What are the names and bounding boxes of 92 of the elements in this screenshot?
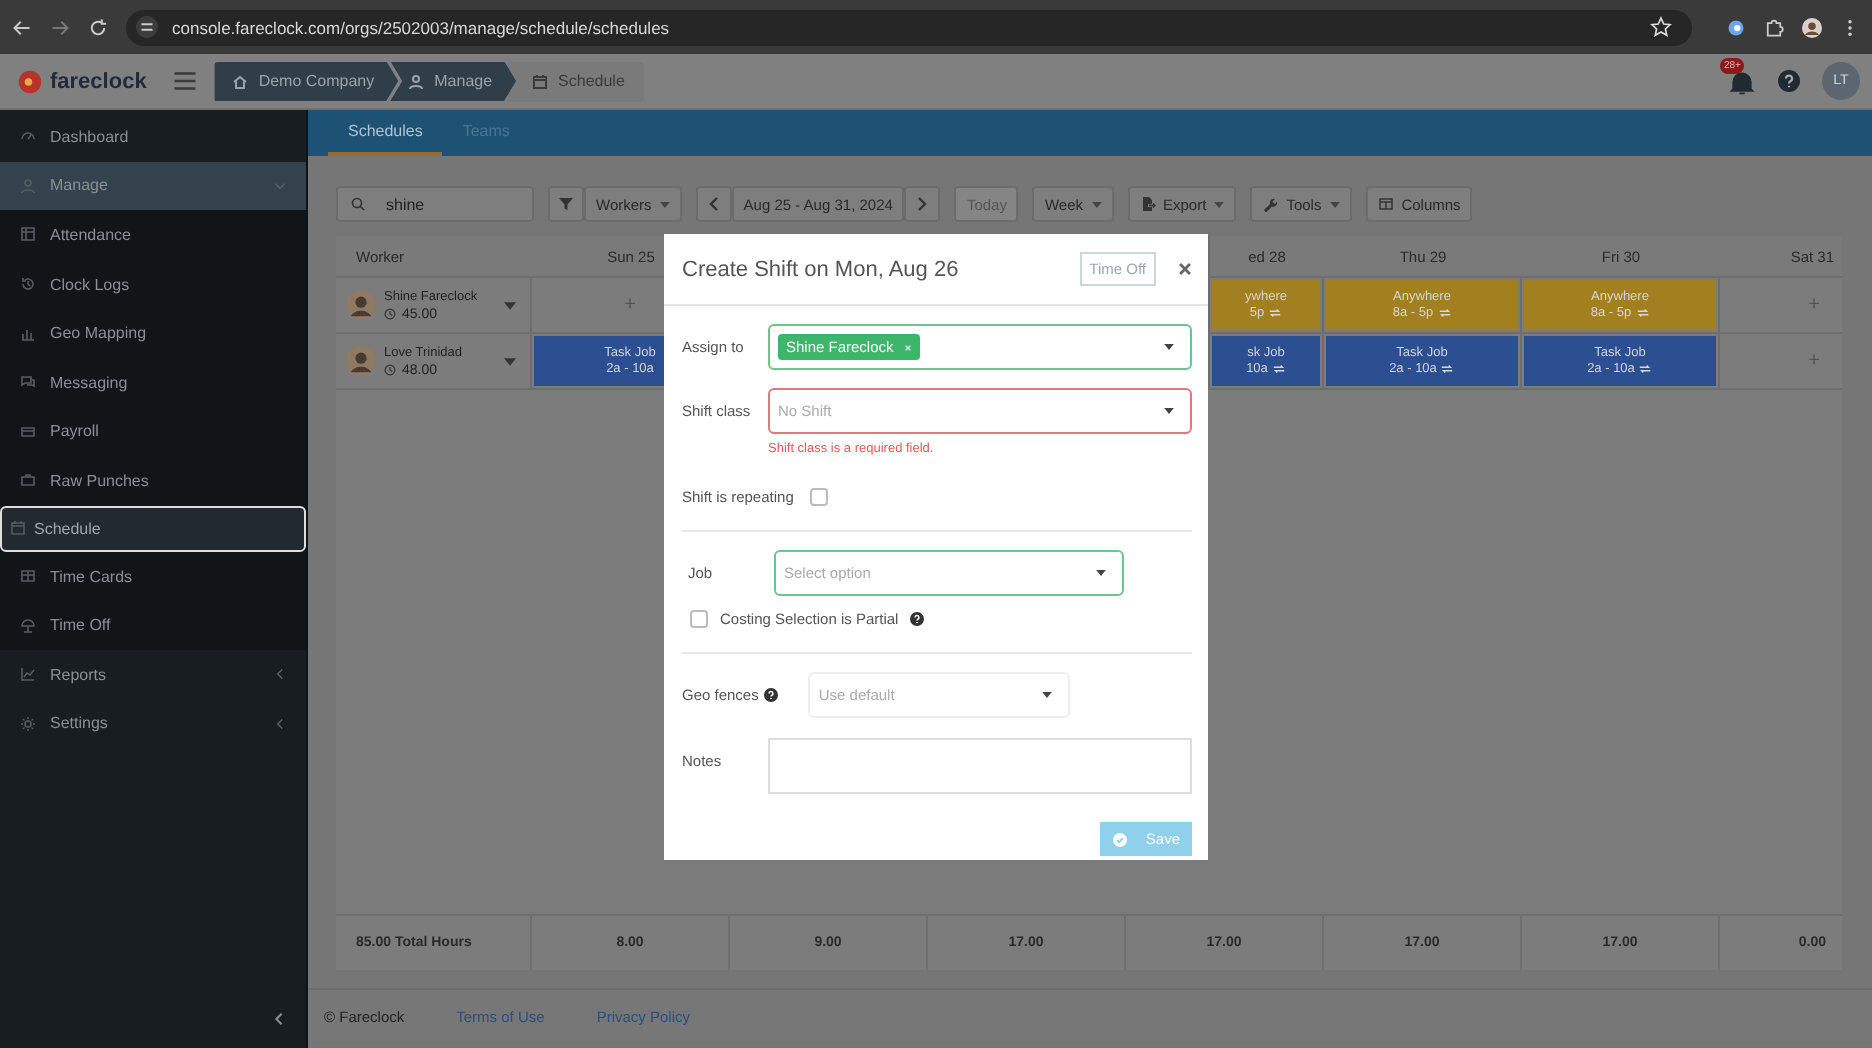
clock-icon	[384, 308, 396, 320]
breadcrumb-link[interactable]: Schedule	[508, 61, 645, 101]
repeat-icon	[1638, 362, 1653, 376]
sidebar-item[interactable]: Raw Punches	[0, 456, 306, 506]
file-export-icon	[1139, 196, 1155, 212]
calendar-icon	[10, 520, 26, 537]
sidebar-item[interactable]: Messaging	[0, 357, 306, 408]
sidebar-item[interactable]: Settings	[0, 699, 306, 749]
remove-icon[interactable]	[903, 343, 912, 351]
wrench-icon	[1262, 196, 1279, 212]
briefcase-icon	[20, 472, 36, 489]
settings-icon	[20, 715, 36, 732]
user-icon	[408, 73, 425, 89]
breadcrumb-link[interactable]: Demo Company	[214, 61, 399, 101]
clock-icon	[384, 364, 396, 376]
card-icon	[20, 423, 36, 440]
help-icon[interactable]	[1778, 70, 1800, 92]
chevron-left-icon	[274, 668, 286, 681]
reload-icon[interactable]	[88, 17, 108, 37]
caret-icon	[1214, 201, 1225, 207]
grid-icon	[20, 226, 36, 243]
logo-text: fareclock	[50, 69, 147, 93]
chevron-right-icon	[914, 196, 931, 212]
repeat-icon	[1271, 362, 1286, 376]
menu-icon[interactable]	[174, 72, 197, 90]
caret-icon	[1042, 692, 1053, 698]
sidebar-item[interactable]: Attendance	[0, 210, 306, 260]
next-button[interactable]	[904, 186, 941, 222]
puzzle-icon[interactable]	[1764, 17, 1784, 37]
caret-icon	[1091, 201, 1101, 207]
bell-icon[interactable]	[1728, 67, 1756, 95]
avatar-icon	[346, 290, 376, 320]
caret-icon	[1096, 570, 1106, 576]
breadcrumb-link[interactable]: Manage	[390, 61, 517, 101]
search-field[interactable]: shine	[336, 186, 534, 222]
caret-icon	[659, 201, 670, 207]
caret-icon	[1164, 408, 1174, 414]
user-icon	[20, 177, 36, 194]
tab[interactable]: Schedules	[328, 110, 443, 156]
bar-chart-icon	[20, 325, 36, 342]
sidebar-item[interactable]: Schedule	[0, 505, 306, 552]
calendar-icon	[532, 73, 549, 89]
caret-icon[interactable]	[504, 357, 516, 365]
address-bar[interactable]: console.fareclock.com/orgs/2502003/manage/schedule/schedules	[126, 9, 1692, 45]
profile-avatar-icon[interactable]	[1802, 17, 1822, 37]
search-icon	[350, 196, 366, 212]
repeat-icon	[1437, 306, 1452, 320]
chevron-down-icon	[274, 179, 286, 192]
chat-icon	[20, 374, 36, 391]
checkbox[interactable]	[690, 610, 708, 628]
repeat-icon	[1268, 306, 1283, 320]
notes-field[interactable]	[768, 738, 1192, 794]
star-icon[interactable]	[1650, 16, 1672, 38]
filter-icon	[558, 196, 574, 212]
dialog-title: Create Shift on Mon, Aug 26	[682, 257, 959, 281]
gauge-icon	[20, 128, 36, 145]
previous-button[interactable]	[695, 186, 732, 222]
avatar-icon	[346, 346, 376, 376]
repeat-icon	[1635, 306, 1650, 320]
help-icon[interactable]	[910, 612, 925, 626]
help-icon[interactable]	[764, 688, 779, 702]
columns-icon	[1377, 196, 1394, 212]
url-text: console.fareclock.com/orgs/2502003/manage/schedule/schedules	[172, 17, 670, 37]
logo-icon	[18, 69, 42, 93]
extension-icon[interactable]	[1726, 17, 1746, 37]
history-icon	[20, 276, 36, 293]
sidebar-item[interactable]: Clock Logs	[0, 259, 306, 309]
sidebar-item[interactable]: Time Cards	[0, 551, 306, 601]
line-chart-icon	[20, 666, 36, 683]
back-icon[interactable]	[12, 17, 32, 37]
caret-icon	[1329, 201, 1340, 207]
sidebar-item[interactable]: Dashboard	[0, 112, 306, 162]
repeat-icon	[1440, 362, 1455, 376]
filter-button[interactable]	[548, 186, 584, 222]
sidebar-item[interactable]: Geo Mapping	[0, 308, 306, 358]
collapse-icon[interactable]	[272, 1012, 286, 1026]
site-info-icon[interactable]	[136, 16, 158, 38]
caret-icon	[1164, 344, 1174, 350]
table-icon	[20, 568, 36, 585]
sidebar-item[interactable]: Manage	[0, 161, 306, 211]
umbrella-icon	[20, 617, 36, 634]
check-circle-icon	[1111, 831, 1128, 847]
forward-icon[interactable]	[50, 17, 70, 37]
checkbox[interactable]	[809, 488, 828, 506]
chevron-left-icon	[274, 717, 286, 730]
sidebar-item[interactable]: Time Off	[0, 600, 306, 650]
sidebar-item[interactable]: Reports	[0, 649, 306, 700]
close-icon[interactable]	[1178, 262, 1192, 276]
sidebar-item[interactable]: Payroll	[0, 407, 306, 457]
home-icon	[232, 73, 249, 89]
caret-icon[interactable]	[504, 301, 516, 309]
chevron-left-icon	[705, 196, 722, 212]
